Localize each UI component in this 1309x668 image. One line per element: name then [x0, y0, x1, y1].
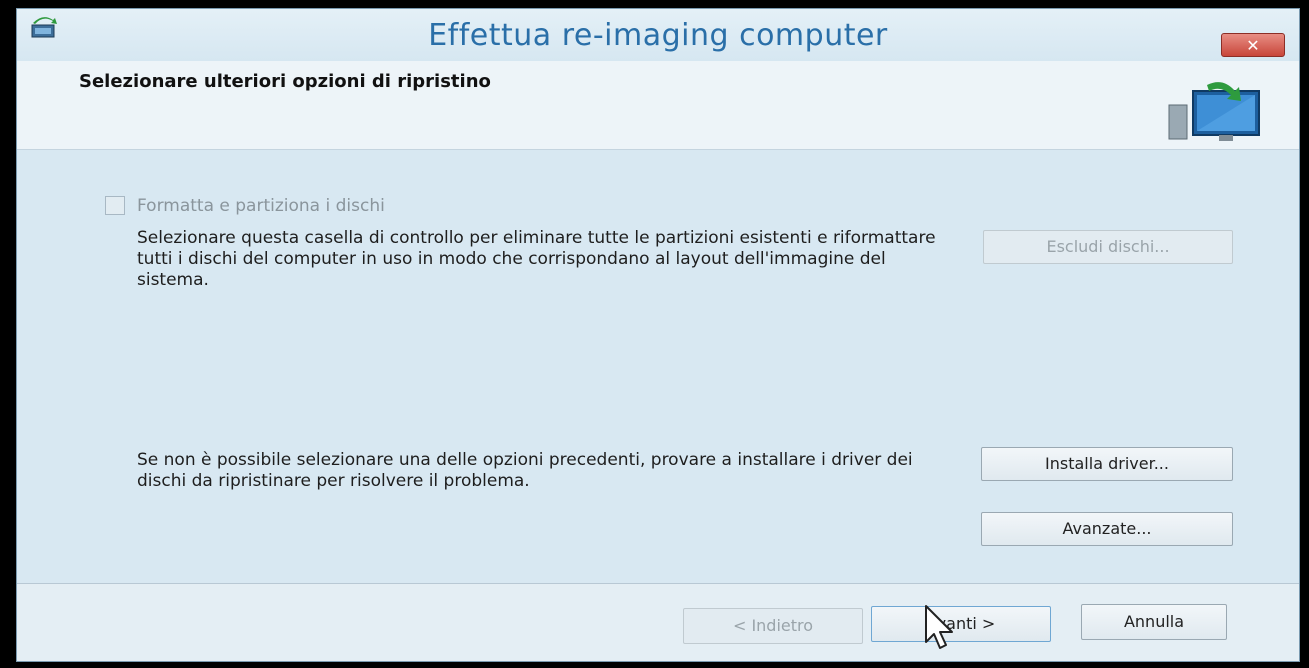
install-driver-button[interactable]: Installa driver...: [981, 447, 1233, 481]
driver-description: Se non è possibile selezionare una delle…: [137, 450, 913, 491]
cancel-button[interactable]: Annulla: [1081, 604, 1227, 640]
page-header: Selezionare ulteriori opzioni di riprist…: [17, 61, 1299, 150]
format-partition-checkbox[interactable]: [105, 196, 125, 215]
page-title: Selezionare ulteriori opzioni di riprist…: [79, 71, 491, 92]
options-panel: Formatta e partiziona i dischi Seleziona…: [17, 150, 1299, 583]
title-bar: Effettua re-imaging computer ✕: [17, 9, 1299, 61]
advanced-button[interactable]: Avanzate...: [981, 512, 1233, 546]
format-partition-label: Formatta e partiziona i dischi: [137, 196, 385, 216]
window-title: Effettua re-imaging computer: [428, 18, 888, 53]
exclude-disks-button[interactable]: Escludi dischi...: [983, 230, 1233, 264]
format-description: Selezionare questa casella di controllo …: [137, 228, 936, 290]
reimage-dialog: Effettua re-imaging computer ✕ Seleziona…: [16, 8, 1300, 662]
dialog-footer: < Indietro Avanti > Annulla: [17, 583, 1299, 661]
next-button[interactable]: Avanti >: [871, 606, 1051, 642]
monitor-restore-icon: [1168, 82, 1260, 141]
back-button[interactable]: < Indietro: [683, 608, 863, 644]
close-button[interactable]: ✕: [1221, 33, 1285, 57]
mouse-cursor-icon: [925, 605, 953, 649]
